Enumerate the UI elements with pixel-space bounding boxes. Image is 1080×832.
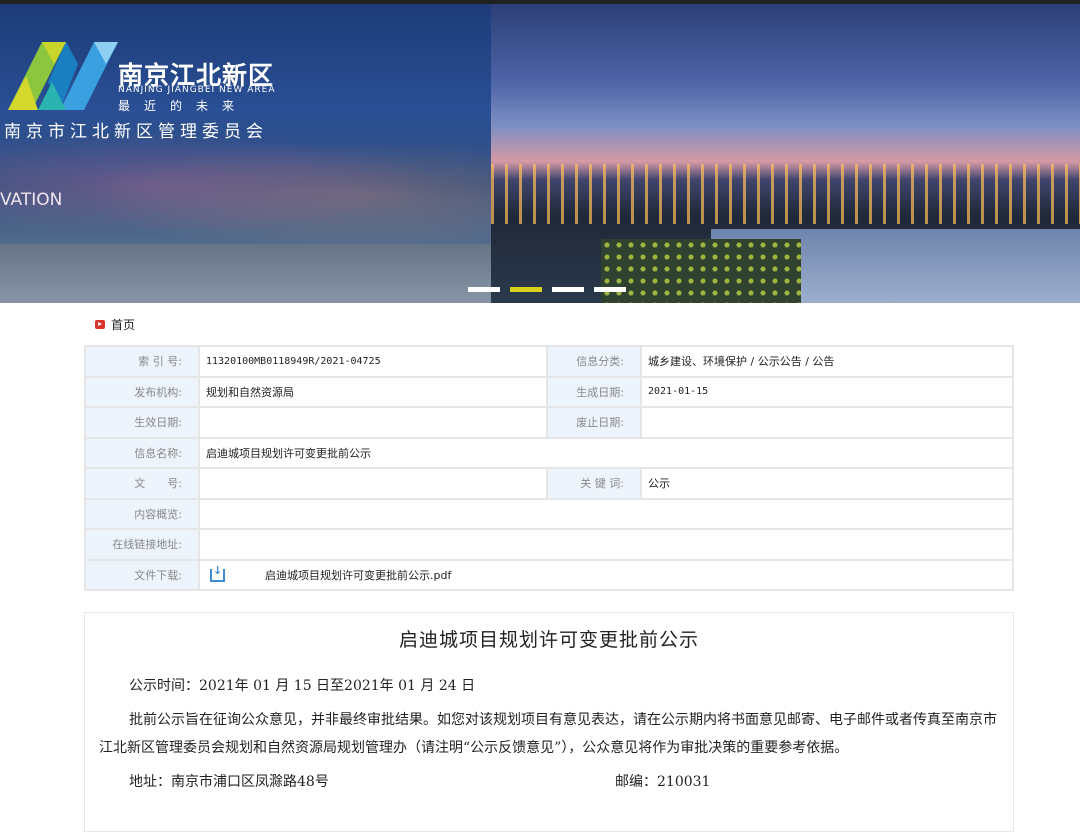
carousel-dot-2-active[interactable] [510,287,542,292]
keywords-label: 关 键 词: [546,467,642,500]
postcode: 邮编：210031 [615,774,711,790]
file-download-link[interactable]: 启迪城项目规划许可变更批前公示.pdf [265,569,451,582]
announcement-period: 公示时间：2021年 01 月 15 日至2021年 01 月 24 日 [129,678,476,694]
index-value: 11320100MB0118949R/2021-04725 [198,345,548,378]
name-label: 信息名称: [84,436,200,469]
index-label: 索 引 号: [84,345,200,378]
carousel-dot-3[interactable] [552,287,584,292]
table-row: 在线链接地址: [84,528,1014,561]
table-row: 文件下载: 启迪城项目规划许可变更批前公示.pdf [84,558,1014,591]
category-label: 信息分类: [546,345,642,378]
banner-city-photo [491,4,1080,303]
banner-tagline: VATION [0,190,63,210]
breadcrumb: 首页 [95,316,135,333]
article-title: 启迪城项目规划许可变更批前公示 [398,629,699,651]
table-row: 内容概览: [84,497,1014,530]
metadata-table: 索 引 号: 11320100MB0118949R/2021-04725 信息分… [84,345,1014,591]
carousel-indicators [468,287,626,292]
publisher-value: 规划和自然资源局 [198,375,548,408]
created-value: 2021-01-15 [640,375,1014,408]
table-row: 发布机构: 规划和自然资源局 生成日期: 2021-01-15 [84,375,1014,408]
table-row: 索 引 号: 11320100MB0118949R/2021-04725 信息分… [84,345,1014,378]
breadcrumb-home-link[interactable]: 首页 [111,316,135,333]
table-row: 生效日期: 废止日期: [84,406,1014,439]
article-body: 批前公示旨在征询公众意见，并非最终审批结果。如您对该规划项目有意见表达，请在公示… [99,712,997,756]
created-label: 生成日期: [546,375,642,408]
link-label: 在线链接地址: [84,528,200,561]
contact-line: 地址：南京市浦口区凤滁路48号 邮编：210031 [99,768,999,796]
expiry-label: 废止日期: [546,406,642,439]
category-value: 城乡建设、环境保护 / 公示公告 / 公告 [640,345,1014,378]
publisher-label: 发布机构: [84,375,200,408]
table-row: 文 号: 关 键 词: 公示 [84,467,1014,500]
logo-english: NANJING JIANGBEI NEW AREA [118,85,276,95]
jiangbei-logo-icon [8,42,118,110]
download-icon[interactable] [210,564,225,583]
name-value: 启迪城项目规划许可变更批前公示 [198,436,1014,469]
effective-value [198,406,548,439]
file-cell: 启迪城项目规划许可变更批前公示.pdf [198,558,1014,591]
header-banner: 南京江北新区 NANJING JIANGBEI NEW AREA 最近的未来 南… [0,0,1080,303]
expiry-value [640,406,1014,439]
logo-slogan: 最近的未来 [118,99,249,113]
docno-label: 文 号: [84,467,200,500]
link-value [198,528,1014,561]
home-icon [95,320,105,329]
article-content: 启迪城项目规划许可变更批前公示 公示时间：2021年 01 月 15 日至202… [84,612,1014,832]
table-row: 信息名称: 启迪城项目规划许可变更批前公示 [84,436,1014,469]
address: 地址：南京市浦口区凤滁路48号 [129,774,329,790]
effective-label: 生效日期: [84,406,200,439]
file-label: 文件下载: [84,558,200,591]
keywords-value: 公示 [640,467,1014,500]
carousel-dot-1[interactable] [468,287,500,292]
org-name: 南京市江北新区管理委员会 [4,122,268,142]
carousel-dot-4[interactable] [594,287,626,292]
docno-value [198,467,548,500]
summary-value [198,497,1014,530]
summary-label: 内容概览: [84,497,200,530]
